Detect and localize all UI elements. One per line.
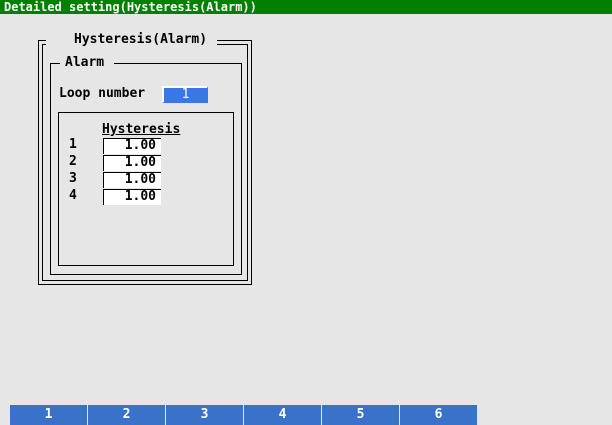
loop-number-field[interactable]: 1: [162, 86, 208, 103]
hysteresis-alarm-group-title: Hysteresis(Alarm): [46, 33, 218, 47]
hysteresis-value-field-1[interactable]: 1.00: [103, 138, 161, 154]
hysteresis-value-field-4[interactable]: 1.00: [103, 189, 161, 205]
softkey-4[interactable]: 4: [244, 405, 321, 425]
hysteresis-column-header: Hysteresis: [102, 122, 181, 137]
softkey-bar: 1 2 3 4 5 6: [10, 405, 478, 425]
hysteresis-value-field-2[interactable]: 1.00: [103, 155, 161, 171]
loop-number-label: Loop number: [59, 86, 146, 101]
window-title: Detailed setting(Hysteresis(Alarm)): [0, 0, 612, 14]
hysteresis-value-field-3[interactable]: 1.00: [103, 172, 161, 188]
hysteresis-row-index-3: 3: [69, 171, 77, 186]
hysteresis-row-index-2: 2: [69, 154, 77, 169]
hysteresis-row-index-4: 4: [69, 188, 77, 203]
softkey-1[interactable]: 1: [10, 405, 87, 425]
softkey-5[interactable]: 5: [322, 405, 399, 425]
alarm-group-title: Alarm: [60, 56, 115, 70]
hysteresis-row-index-1: 1: [69, 137, 77, 152]
softkey-3[interactable]: 3: [166, 405, 243, 425]
softkey-6[interactable]: 6: [400, 405, 477, 425]
softkey-2[interactable]: 2: [88, 405, 165, 425]
